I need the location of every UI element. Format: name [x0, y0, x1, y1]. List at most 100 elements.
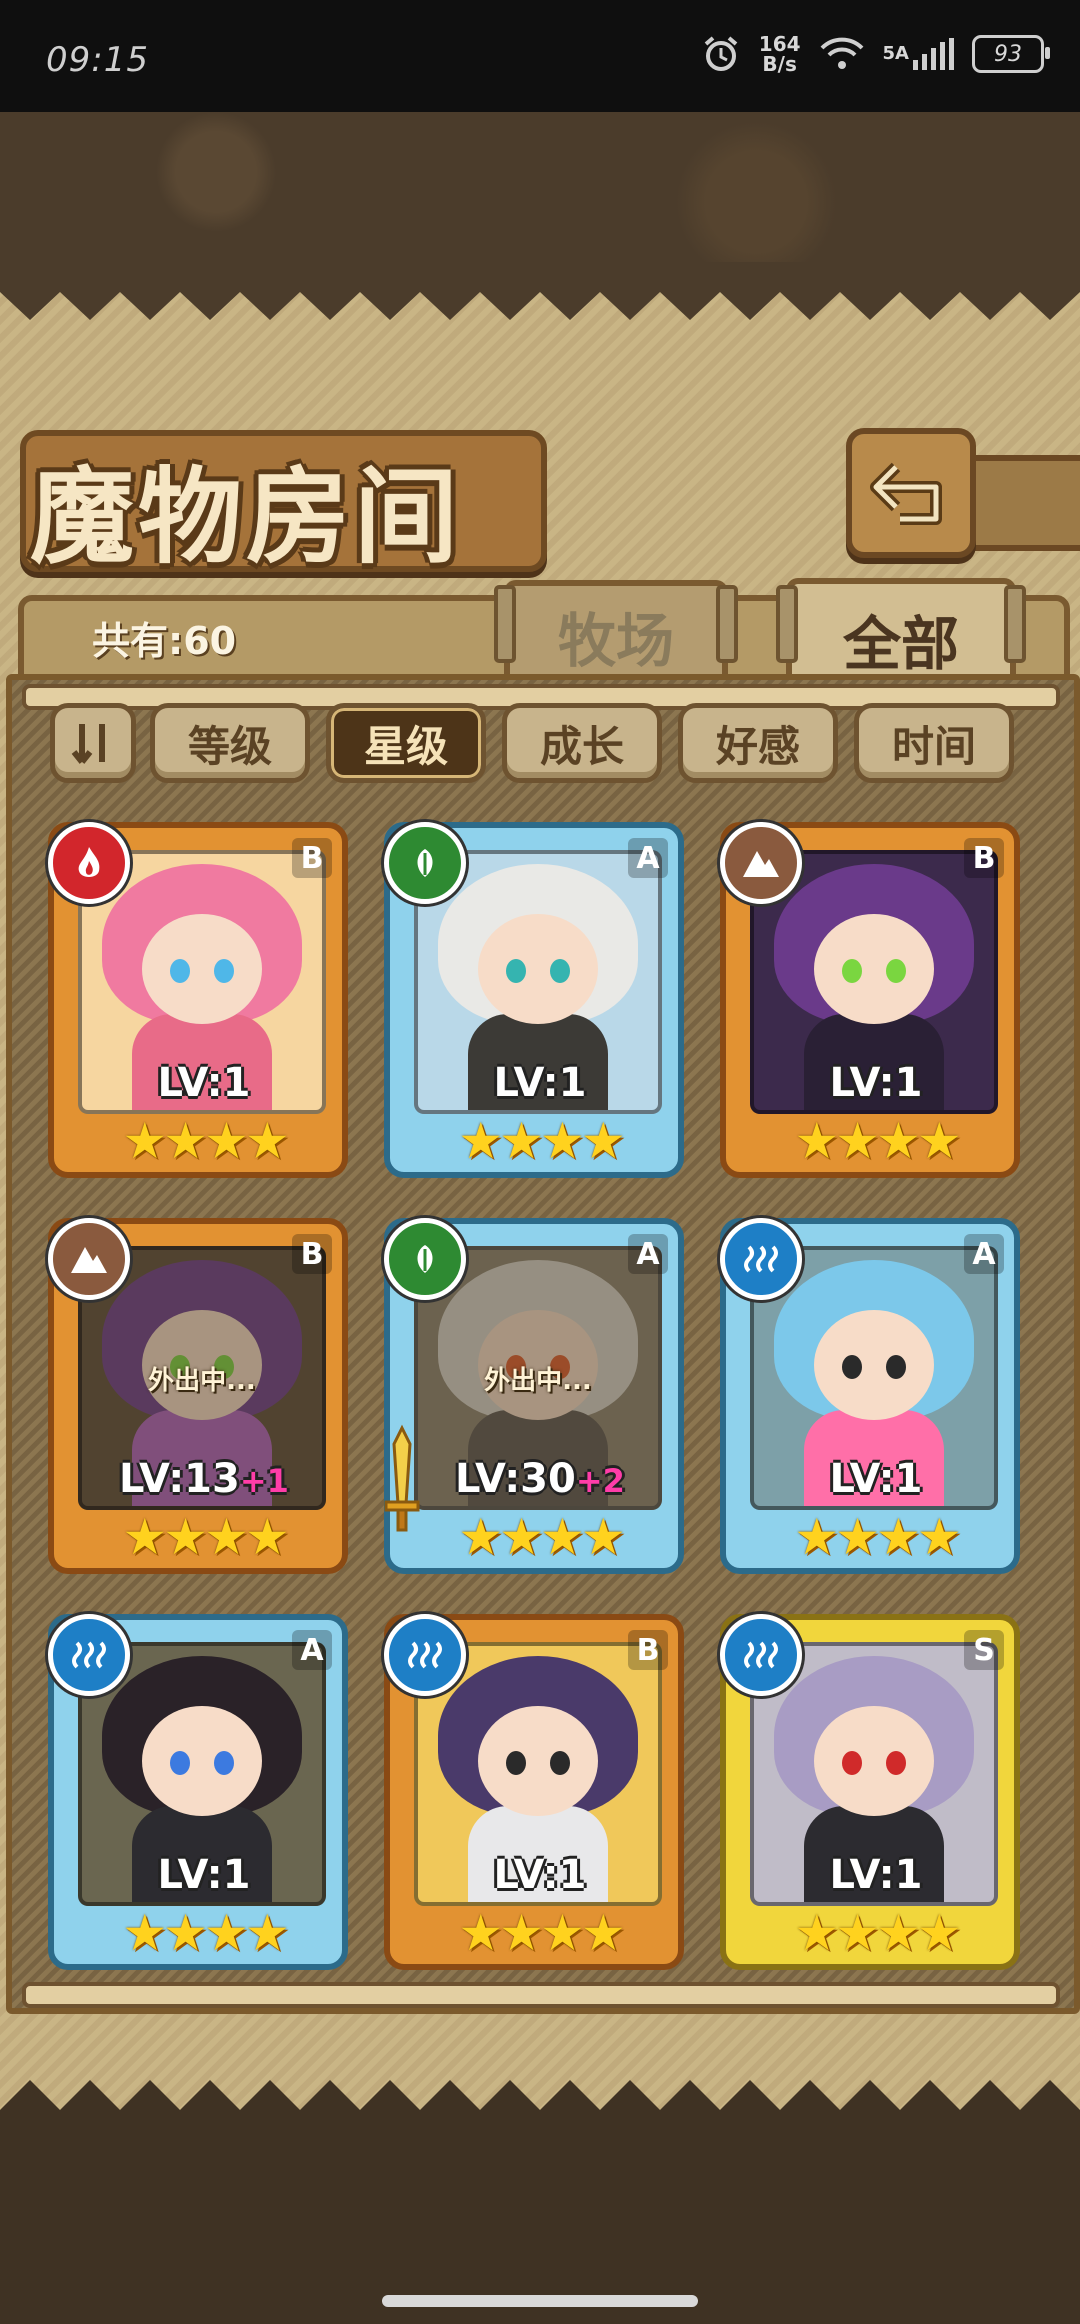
sort-star-button[interactable]: 星级	[326, 703, 486, 783]
monster-card[interactable]: S LV:1 ★★★★	[720, 1614, 1020, 1970]
wifi-icon	[820, 37, 863, 69]
star-rating: ★★★★	[458, 1508, 625, 1566]
leaf-element-icon	[417, 849, 433, 877]
level-label: LV:1	[726, 1456, 1026, 1502]
level-value: LV:1	[157, 1852, 251, 1898]
map-background-top	[0, 112, 1080, 262]
water-element-icon	[744, 1245, 778, 1273]
earth-element-icon	[71, 1247, 107, 1273]
level-label: LV:13+1	[54, 1456, 354, 1502]
portrait-face	[814, 1310, 934, 1420]
monster-card[interactable]: A LV:1 ★★★★	[720, 1218, 1020, 1574]
monster-card[interactable]: B LV:1 ★★★★	[720, 822, 1020, 1178]
level-value: LV:1	[829, 1060, 923, 1106]
level-value: LV:13	[119, 1456, 240, 1502]
level-label: LV:30+2	[390, 1456, 690, 1502]
tab-pin	[716, 585, 738, 663]
rank-badge: B	[292, 1234, 332, 1274]
level-label: LV:1	[54, 1852, 354, 1898]
portrait-eye	[214, 959, 234, 983]
level-value: LV:1	[829, 1456, 923, 1502]
network-type: 5A	[882, 43, 909, 64]
sort-level-label: 等级	[187, 721, 272, 771]
back-button-rail	[960, 455, 1080, 551]
sword-icon	[384, 1424, 420, 1532]
level-label: LV:1	[390, 1852, 690, 1898]
rank-badge: A	[964, 1234, 1004, 1274]
sort-growth-label: 成长	[539, 721, 624, 771]
star-rating: ★★★★	[122, 1112, 289, 1170]
rank-badge: B	[628, 1630, 668, 1670]
level-bonus: +2	[575, 1462, 625, 1500]
tab-ranch-label: 牧场	[557, 607, 674, 675]
sort-time-label: 时间	[891, 721, 976, 771]
back-button[interactable]	[846, 428, 976, 558]
sort-order-icon	[71, 724, 105, 764]
portrait-eye	[842, 1355, 862, 1379]
status-bar: 09:15 164 B/s 5A 93	[0, 0, 1080, 112]
monster-card[interactable]: B LV:1 ★★★★	[384, 1614, 684, 1970]
net-speed: 164 B/s	[759, 34, 801, 74]
home-indicator[interactable]	[382, 2295, 698, 2307]
level-value: LV:30	[455, 1456, 576, 1502]
level-label: LV:1	[726, 1852, 1026, 1898]
portrait-eye	[842, 959, 862, 983]
element-badge	[384, 1614, 466, 1696]
portrait-face	[478, 914, 598, 1024]
rank-badge: A	[628, 838, 668, 878]
water-element-icon	[744, 1641, 778, 1669]
portrait-eye	[842, 1751, 862, 1775]
sort-star-label: 星级	[363, 721, 448, 771]
water-element-icon	[72, 1641, 106, 1669]
sort-time-button[interactable]: 时间	[854, 703, 1014, 783]
star-rating: ★★★★	[458, 1112, 625, 1170]
element-badge	[384, 1218, 466, 1300]
tab-all-label: 全部	[842, 610, 959, 678]
star-rating: ★★★★	[794, 1112, 961, 1170]
monster-card[interactable]: A LV:1 ★★★★	[48, 1614, 348, 1970]
signal-bars-icon	[913, 38, 954, 70]
torn-edge-top	[0, 262, 1080, 320]
portrait-eye	[170, 1751, 190, 1775]
sort-growth-button[interactable]: 成长	[502, 703, 662, 783]
away-status: 外出中...	[148, 1366, 256, 1396]
star-rating: ★★★★	[122, 1904, 289, 1962]
page-title: 魔物房间	[30, 456, 463, 578]
earth-element-icon	[743, 851, 779, 877]
monster-card[interactable]: 外出中... B LV:13+1 ★★★★	[48, 1218, 348, 1574]
status-time: 09:15	[46, 40, 149, 80]
return-arrow-icon	[870, 462, 942, 525]
monster-card[interactable]: 外出中... A LV:30+2 ★★★★	[384, 1218, 684, 1574]
torn-edge-bottom	[0, 2080, 1080, 2180]
battery-icon: 93	[972, 35, 1050, 73]
sort-level-button[interactable]: 等级	[150, 703, 310, 783]
monster-count: 共有:60	[92, 619, 237, 663]
portrait-eye	[506, 1751, 526, 1775]
level-bonus: +1	[239, 1462, 289, 1500]
level-label: LV:1	[726, 1060, 1026, 1106]
element-badge	[720, 1614, 802, 1696]
tab-ranch[interactable]: 牧场	[504, 580, 728, 686]
element-badge	[720, 822, 802, 904]
monster-card[interactable]: B LV:1 ★★★★	[48, 822, 348, 1178]
portrait-eye	[506, 959, 526, 983]
monster-card[interactable]: A LV:1 ★★★★	[384, 822, 684, 1178]
portrait-eye	[550, 959, 570, 983]
tab-pin	[776, 585, 798, 663]
battery-level: 93	[994, 41, 1022, 67]
net-speed-value: 164	[758, 32, 801, 56]
star-rating: ★★★★	[794, 1904, 961, 1962]
rank-badge: A	[292, 1630, 332, 1670]
sort-affection-button[interactable]: 好感	[678, 703, 838, 783]
net-speed-unit: B/s	[762, 52, 797, 76]
sort-order-button[interactable]	[50, 703, 136, 783]
portrait-eye	[170, 959, 190, 983]
portrait-eye	[886, 959, 906, 983]
level-label: LV:1	[390, 1060, 690, 1106]
portrait-eye	[886, 1751, 906, 1775]
level-value: LV:1	[493, 1852, 587, 1898]
portrait-face	[814, 914, 934, 1024]
rank-badge: B	[964, 838, 1004, 878]
rank-badge: S	[964, 1630, 1004, 1670]
tab-pin	[494, 585, 516, 663]
